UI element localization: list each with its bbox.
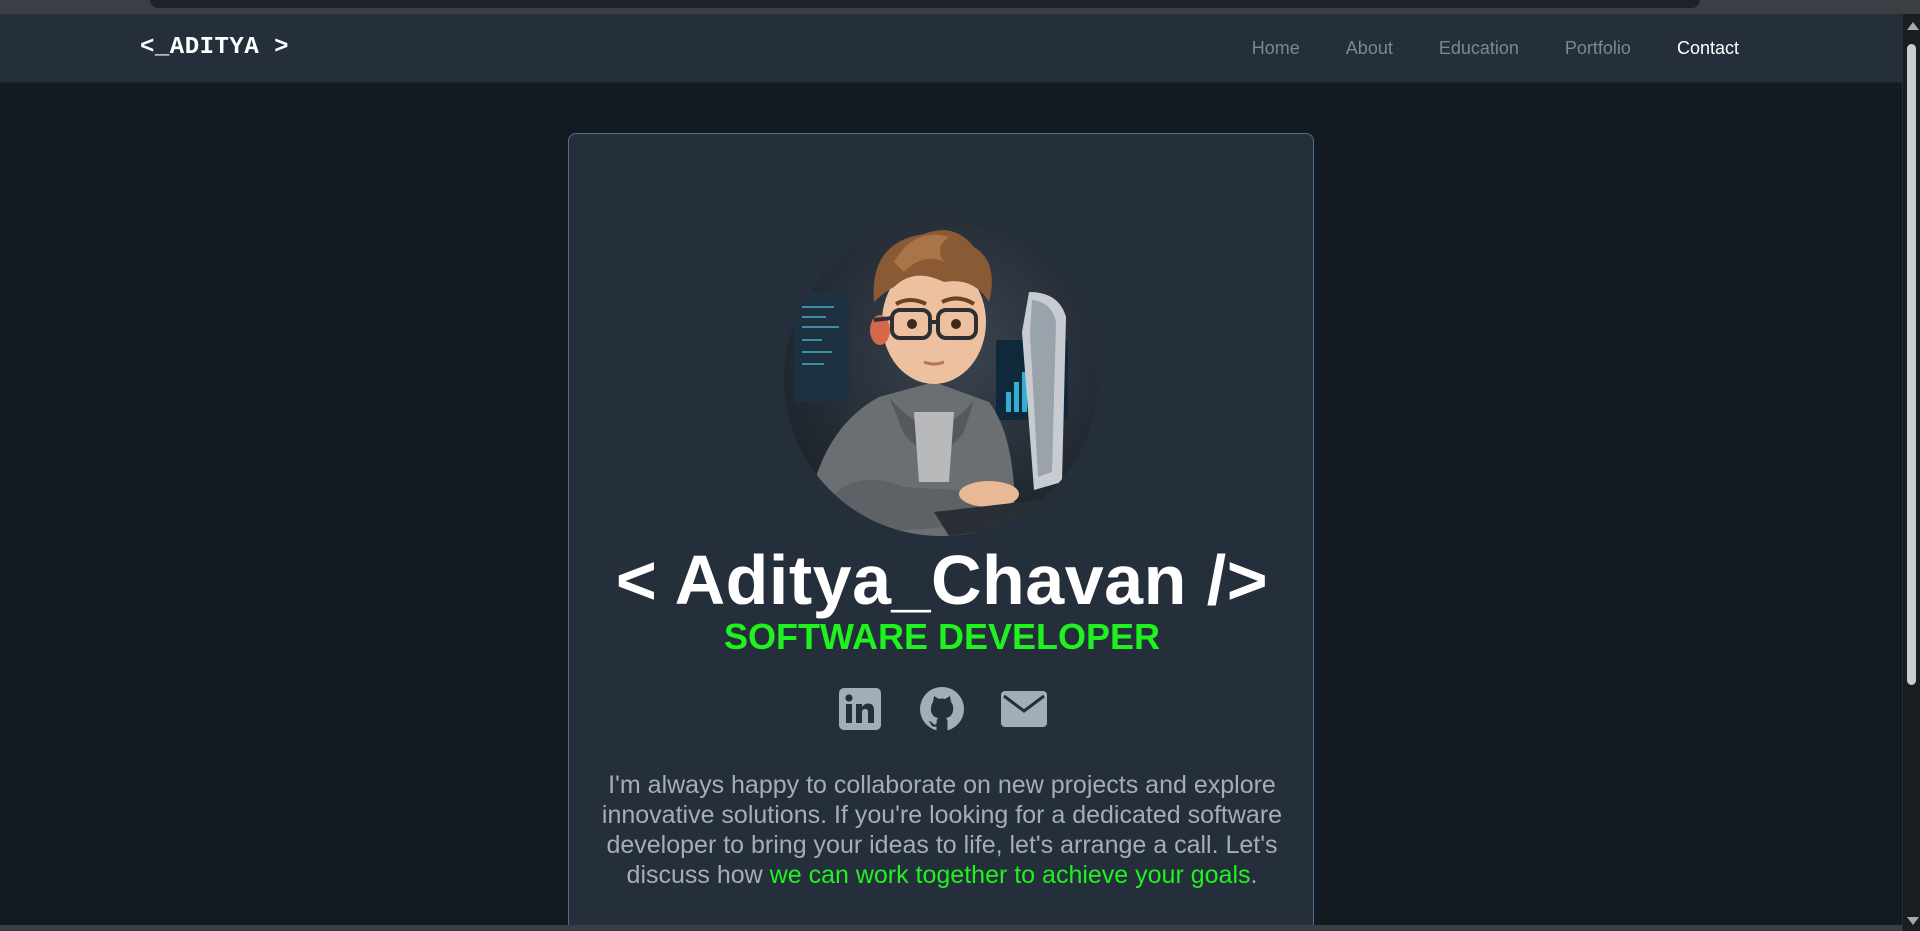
github-link[interactable]: [918, 685, 966, 733]
page-scrollbar[interactable]: [1902, 14, 1920, 931]
scroll-down-icon[interactable]: [1907, 917, 1919, 925]
social-links: [569, 685, 1315, 733]
browser-tab-bar: [150, 0, 1700, 8]
developer-avatar-icon: [794, 230, 1068, 536]
github-icon: [920, 687, 964, 731]
email-icon: [1001, 691, 1047, 727]
nav-link-contact[interactable]: Contact: [1677, 38, 1739, 59]
profile-avatar: [784, 222, 1098, 536]
scroll-thumb[interactable]: [1907, 44, 1916, 685]
profile-card: < Aditya_Chavan /> SOFTWARE DEVELOPER I'…: [568, 133, 1314, 931]
navbar: <_ADITYA > Home About Education Portfoli…: [0, 14, 1902, 83]
browser-top-strip: [0, 0, 1920, 14]
linkedin-link[interactable]: [836, 685, 884, 733]
scroll-up-icon[interactable]: [1907, 22, 1919, 30]
description-end: .: [1250, 861, 1258, 889]
nav-links: Home About Education Portfolio Contact: [1252, 38, 1739, 59]
nav-link-home[interactable]: Home: [1252, 38, 1300, 59]
profile-role: SOFTWARE DEVELOPER: [723, 616, 1161, 657]
brand-logo[interactable]: <_ADITYA >: [140, 34, 289, 61]
contact-description: I'm always happy to collaborate on new p…: [595, 770, 1289, 890]
description-highlight: we can work together to achieve your goa…: [769, 861, 1251, 889]
nav-link-education[interactable]: Education: [1439, 38, 1519, 59]
email-link[interactable]: [1000, 685, 1048, 733]
linkedin-icon: [839, 688, 881, 730]
browser-bottom-strip: [0, 925, 1902, 931]
nav-link-about[interactable]: About: [1346, 38, 1393, 59]
profile-name: < Aditya_Chavan />: [615, 541, 1269, 619]
nav-link-portfolio[interactable]: Portfolio: [1565, 38, 1631, 59]
